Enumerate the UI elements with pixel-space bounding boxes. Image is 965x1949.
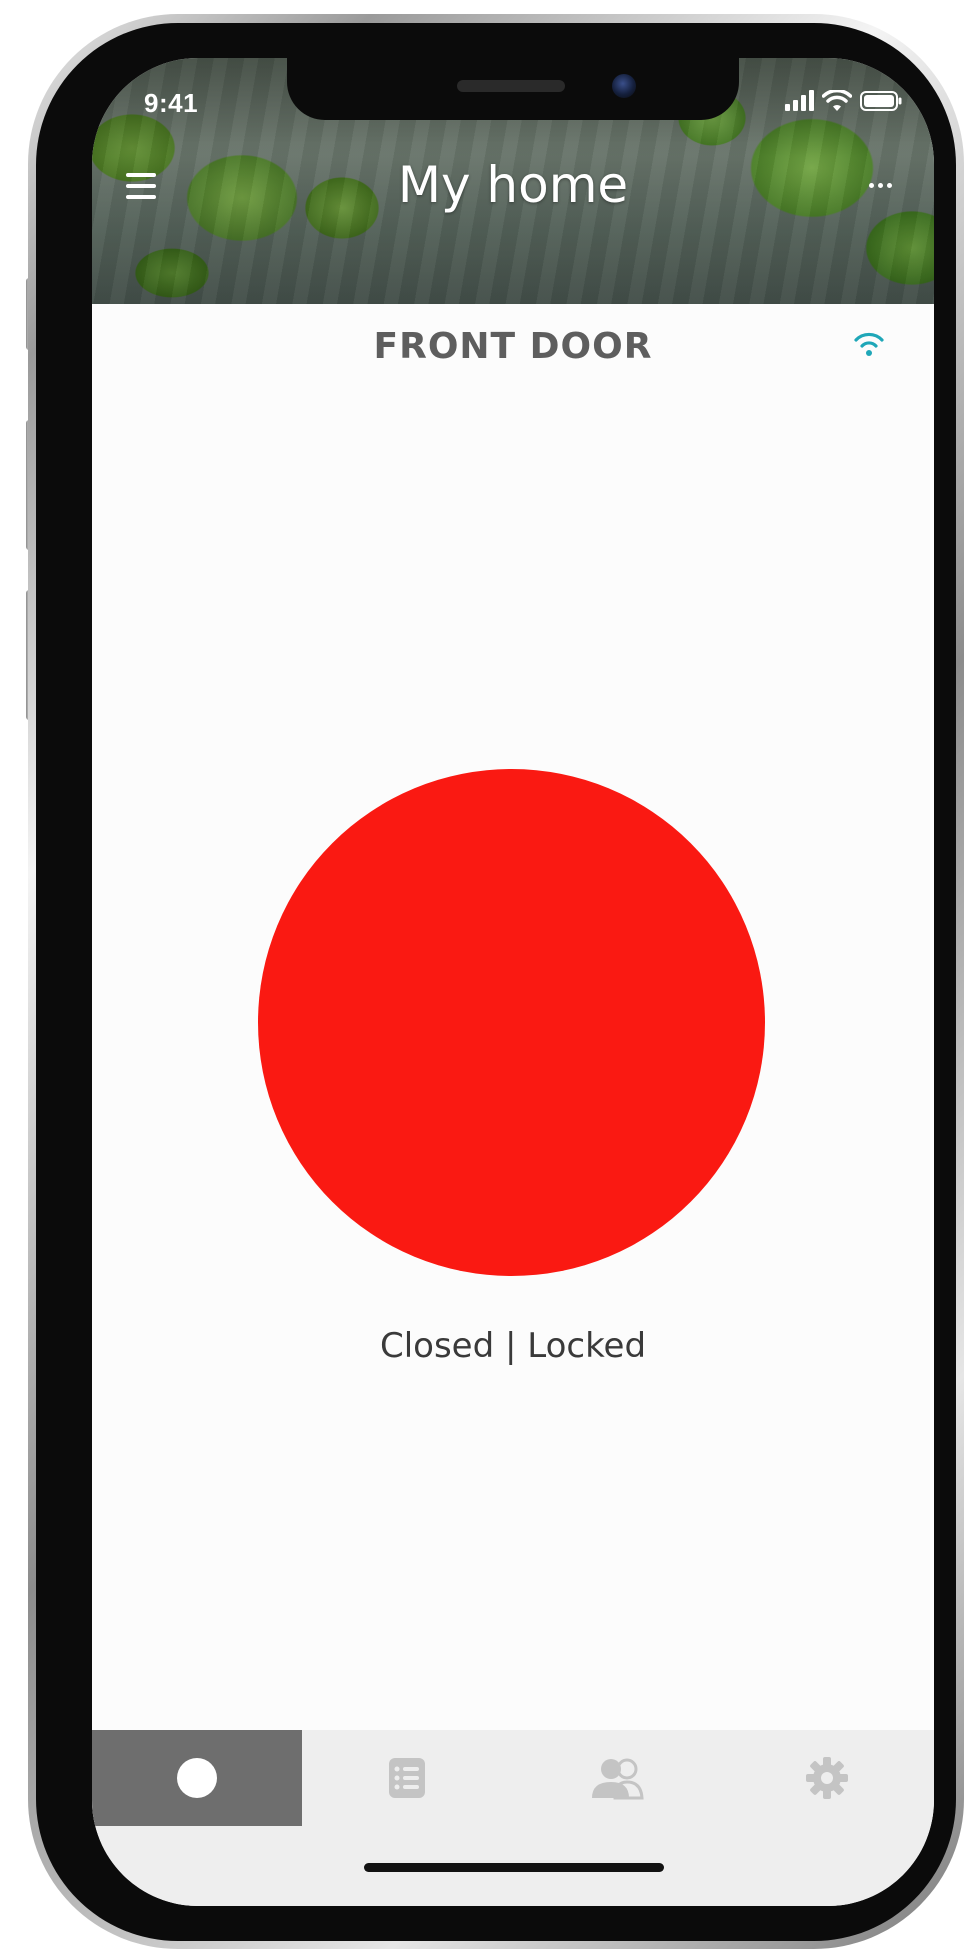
lock-name: FRONT DOOR [373, 326, 653, 367]
page-title: My home [397, 156, 629, 214]
users-icon [592, 1758, 644, 1800]
activity-list-icon [389, 1758, 425, 1798]
app-screen: 9:41 My home FRONT DOOR Closed | Locked [92, 58, 934, 1906]
cellular-signal-icon [785, 90, 814, 111]
tab-lock[interactable] [92, 1730, 302, 1826]
bottom-tab-bar [92, 1730, 934, 1906]
home-indicator[interactable] [364, 1863, 664, 1872]
lock-toggle-button[interactable] [258, 769, 765, 1276]
wifi-connection-icon [854, 332, 884, 356]
tab-settings[interactable] [722, 1730, 932, 1826]
header-banner: 9:41 My home [92, 58, 934, 304]
notch [287, 58, 739, 120]
more-dots-icon[interactable] [860, 170, 900, 200]
status-time: 9:41 [144, 88, 199, 118]
settings-gear-icon [806, 1757, 848, 1799]
front-camera [612, 74, 636, 98]
screenshot-stage: 9:41 My home FRONT DOOR Closed | Locked [0, 0, 965, 1949]
battery-icon [860, 91, 902, 111]
tab-users[interactable] [512, 1730, 722, 1826]
earpiece-speaker [457, 80, 565, 92]
status-icons [784, 90, 902, 112]
lock-state-text: Closed | Locked [379, 1326, 647, 1366]
wifi-icon [822, 90, 852, 111]
tab-activity[interactable] [302, 1730, 512, 1826]
lock-circle-icon [177, 1758, 217, 1798]
